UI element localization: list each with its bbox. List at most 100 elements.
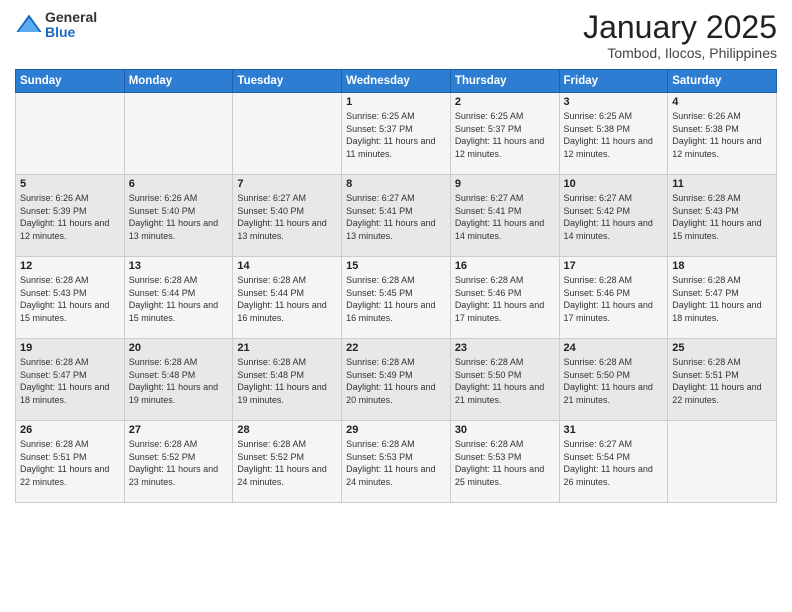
- calendar-cell-w2-d4: 9Sunrise: 6:27 AM Sunset: 5:41 PM Daylig…: [450, 175, 559, 257]
- day-number: 17: [564, 260, 664, 272]
- calendar-cell-w3-d1: 13 Sunrise: 6:28 AM Sunset: 5:44 PM Dayli…: [124, 257, 233, 339]
- calendar-cell-w1-d2: [233, 93, 342, 175]
- cell-info: Sunrise: 6:28 AM Sunset: 5:51 PM Dayligh…: [20, 438, 120, 488]
- calendar-week-5: 26 Sunrise: 6:28 AM Sunset: 5:51 PM Dayli…: [16, 421, 777, 503]
- calendar-cell-w1-d3: 1 Sunrise: 6:25 AM Sunset: 5:37 PM Daylig…: [342, 93, 451, 175]
- cell-info: Sunrise: 6:28 AM Sunset: 5:48 PM Dayligh…: [129, 356, 229, 406]
- calendar-cell-w2-d1: 6 Sunrise: 6:26 AM Sunset: 5:40 PM Daylig…: [124, 175, 233, 257]
- calendar-cell-w3-d3: 15Sunrise: 6:28 AM Sunset: 5:45 PM Dayli…: [342, 257, 451, 339]
- day-number: 3: [564, 96, 664, 108]
- day-number: 16: [455, 260, 555, 272]
- calendar-cell-w3-d5: 17 Sunrise: 6:28 AM Sunset: 5:46 PM Dayli…: [559, 257, 668, 339]
- cell-info: Sunrise: 6:28 AM Sunset: 5:46 PM Dayligh…: [564, 274, 664, 324]
- header-wednesday: Wednesday: [342, 70, 451, 93]
- cell-info: Sunrise: 6:28 AM Sunset: 5:52 PM Dayligh…: [237, 438, 337, 488]
- header: General Blue January 2025 Tombod, Ilocos…: [15, 10, 777, 61]
- cell-info: Sunrise: 6:27 AM Sunset: 5:41 PM Dayligh…: [346, 192, 446, 242]
- calendar-cell-w4-d6: 25Sunrise: 6:28 AM Sunset: 5:51 PM Dayli…: [668, 339, 777, 421]
- header-monday: Monday: [124, 70, 233, 93]
- calendar-week-1: 1 Sunrise: 6:25 AM Sunset: 5:37 PM Daylig…: [16, 93, 777, 175]
- cell-info: Sunrise: 6:28 AM Sunset: 5:43 PM Dayligh…: [672, 192, 772, 242]
- day-number: 13: [129, 260, 229, 272]
- logo-general: General: [45, 10, 97, 25]
- day-number: 1: [346, 96, 446, 108]
- calendar-cell-w2-d6: 11 Sunrise: 6:28 AM Sunset: 5:43 PM Dayli…: [668, 175, 777, 257]
- calendar-cell-w5-d3: 29 Sunrise: 6:28 AM Sunset: 5:53 PM Dayli…: [342, 421, 451, 503]
- header-thursday: Thursday: [450, 70, 559, 93]
- title-block: January 2025 Tombod, Ilocos, Philippines: [583, 10, 777, 61]
- calendar-cell-w1-d0: [16, 93, 125, 175]
- cell-info: Sunrise: 6:28 AM Sunset: 5:44 PM Dayligh…: [237, 274, 337, 324]
- header-sunday: Sunday: [16, 70, 125, 93]
- header-tuesday: Tuesday: [233, 70, 342, 93]
- calendar-cell-w3-d4: 16 Sunrise: 6:28 AM Sunset: 5:46 PM Dayli…: [450, 257, 559, 339]
- calendar-cell-w1-d4: 2 Sunrise: 6:25 AM Sunset: 5:37 PM Daylig…: [450, 93, 559, 175]
- header-saturday: Saturday: [668, 70, 777, 93]
- calendar-cell-w3-d0: 12 Sunrise: 6:28 AM Sunset: 5:43 PM Dayli…: [16, 257, 125, 339]
- calendar-cell-w5-d6: [668, 421, 777, 503]
- cell-info: Sunrise: 6:28 AM Sunset: 5:49 PM Dayligh…: [346, 356, 446, 406]
- day-number: 2: [455, 96, 555, 108]
- cell-info: Sunrise: 6:28 AM Sunset: 5:50 PM Dayligh…: [455, 356, 555, 406]
- calendar-cell-w4-d5: 24 Sunrise: 6:28 AM Sunset: 5:50 PM Dayli…: [559, 339, 668, 421]
- day-number: 29: [346, 424, 446, 436]
- day-number: 12: [20, 260, 120, 272]
- calendar-cell-w1-d5: 3 Sunrise: 6:25 AM Sunset: 5:38 PM Daylig…: [559, 93, 668, 175]
- day-number: 8: [346, 178, 446, 190]
- day-number: 30: [455, 424, 555, 436]
- calendar-week-3: 12 Sunrise: 6:28 AM Sunset: 5:43 PM Dayli…: [16, 257, 777, 339]
- calendar-cell-w4-d1: 20 Sunrise: 6:28 AM Sunset: 5:48 PM Dayli…: [124, 339, 233, 421]
- cell-info: Sunrise: 6:25 AM Sunset: 5:38 PM Dayligh…: [564, 110, 664, 160]
- day-number: 20: [129, 342, 229, 354]
- calendar-cell-w3-d2: 14 Sunrise: 6:28 AM Sunset: 5:44 PM Dayli…: [233, 257, 342, 339]
- calendar-cell-w5-d2: 28 Sunrise: 6:28 AM Sunset: 5:52 PM Dayli…: [233, 421, 342, 503]
- calendar-cell-w2-d2: 7 Sunrise: 6:27 AM Sunset: 5:40 PM Daylig…: [233, 175, 342, 257]
- day-number: 22: [346, 342, 446, 354]
- page: General Blue January 2025 Tombod, Ilocos…: [0, 0, 792, 612]
- calendar-week-4: 19 Sunrise: 6:28 AM Sunset: 5:47 PM Dayli…: [16, 339, 777, 421]
- day-number: 7: [237, 178, 337, 190]
- cell-info: Sunrise: 6:28 AM Sunset: 5:46 PM Dayligh…: [455, 274, 555, 324]
- cell-info: Sunrise: 6:28 AM Sunset: 5:47 PM Dayligh…: [20, 356, 120, 406]
- cell-info: Sunrise: 6:26 AM Sunset: 5:40 PM Dayligh…: [129, 192, 229, 242]
- calendar-cell-w5-d4: 30 Sunrise: 6:28 AM Sunset: 5:53 PM Dayli…: [450, 421, 559, 503]
- day-number: 28: [237, 424, 337, 436]
- calendar-cell-w5-d1: 27Sunrise: 6:28 AM Sunset: 5:52 PM Dayli…: [124, 421, 233, 503]
- cell-info: Sunrise: 6:25 AM Sunset: 5:37 PM Dayligh…: [346, 110, 446, 160]
- cell-info: Sunrise: 6:28 AM Sunset: 5:44 PM Dayligh…: [129, 274, 229, 324]
- day-number: 19: [20, 342, 120, 354]
- day-number: 26: [20, 424, 120, 436]
- calendar-table: Sunday Monday Tuesday Wednesday Thursday…: [15, 69, 777, 503]
- day-number: 6: [129, 178, 229, 190]
- day-number: 23: [455, 342, 555, 354]
- day-number: 31: [564, 424, 664, 436]
- cell-info: Sunrise: 6:25 AM Sunset: 5:37 PM Dayligh…: [455, 110, 555, 160]
- day-number: 11: [672, 178, 772, 190]
- logo-text: General Blue: [45, 10, 97, 41]
- cell-info: Sunrise: 6:27 AM Sunset: 5:42 PM Dayligh…: [564, 192, 664, 242]
- cell-info: Sunrise: 6:28 AM Sunset: 5:43 PM Dayligh…: [20, 274, 120, 324]
- cell-info: Sunrise: 6:28 AM Sunset: 5:50 PM Dayligh…: [564, 356, 664, 406]
- cell-info: Sunrise: 6:28 AM Sunset: 5:47 PM Dayligh…: [672, 274, 772, 324]
- calendar-cell-w4-d4: 23 Sunrise: 6:28 AM Sunset: 5:50 PM Dayli…: [450, 339, 559, 421]
- cell-info: Sunrise: 6:27 AM Sunset: 5:41 PM Dayligh…: [455, 192, 555, 242]
- cell-info: Sunrise: 6:27 AM Sunset: 5:40 PM Dayligh…: [237, 192, 337, 242]
- logo-blue: Blue: [45, 25, 97, 40]
- calendar-cell-w5-d5: 31 Sunrise: 6:27 AM Sunset: 5:54 PM Dayli…: [559, 421, 668, 503]
- cell-info: Sunrise: 6:28 AM Sunset: 5:53 PM Dayligh…: [346, 438, 446, 488]
- cell-info: Sunrise: 6:28 AM Sunset: 5:48 PM Dayligh…: [237, 356, 337, 406]
- day-number: 27: [129, 424, 229, 436]
- day-number: 14: [237, 260, 337, 272]
- calendar-header-row: Sunday Monday Tuesday Wednesday Thursday…: [16, 70, 777, 93]
- cell-info: Sunrise: 6:27 AM Sunset: 5:54 PM Dayligh…: [564, 438, 664, 488]
- cell-info: Sunrise: 6:26 AM Sunset: 5:38 PM Dayligh…: [672, 110, 772, 160]
- calendar-cell-w2-d5: 10Sunrise: 6:27 AM Sunset: 5:42 PM Dayli…: [559, 175, 668, 257]
- day-number: 24: [564, 342, 664, 354]
- cell-info: Sunrise: 6:28 AM Sunset: 5:51 PM Dayligh…: [672, 356, 772, 406]
- day-number: 5: [20, 178, 120, 190]
- day-number: 15: [346, 260, 446, 272]
- generalblue-logo-icon: [15, 11, 43, 39]
- cell-info: Sunrise: 6:28 AM Sunset: 5:53 PM Dayligh…: [455, 438, 555, 488]
- calendar-cell-w4-d2: 21Sunrise: 6:28 AM Sunset: 5:48 PM Dayli…: [233, 339, 342, 421]
- calendar-cell-w5-d0: 26 Sunrise: 6:28 AM Sunset: 5:51 PM Dayli…: [16, 421, 125, 503]
